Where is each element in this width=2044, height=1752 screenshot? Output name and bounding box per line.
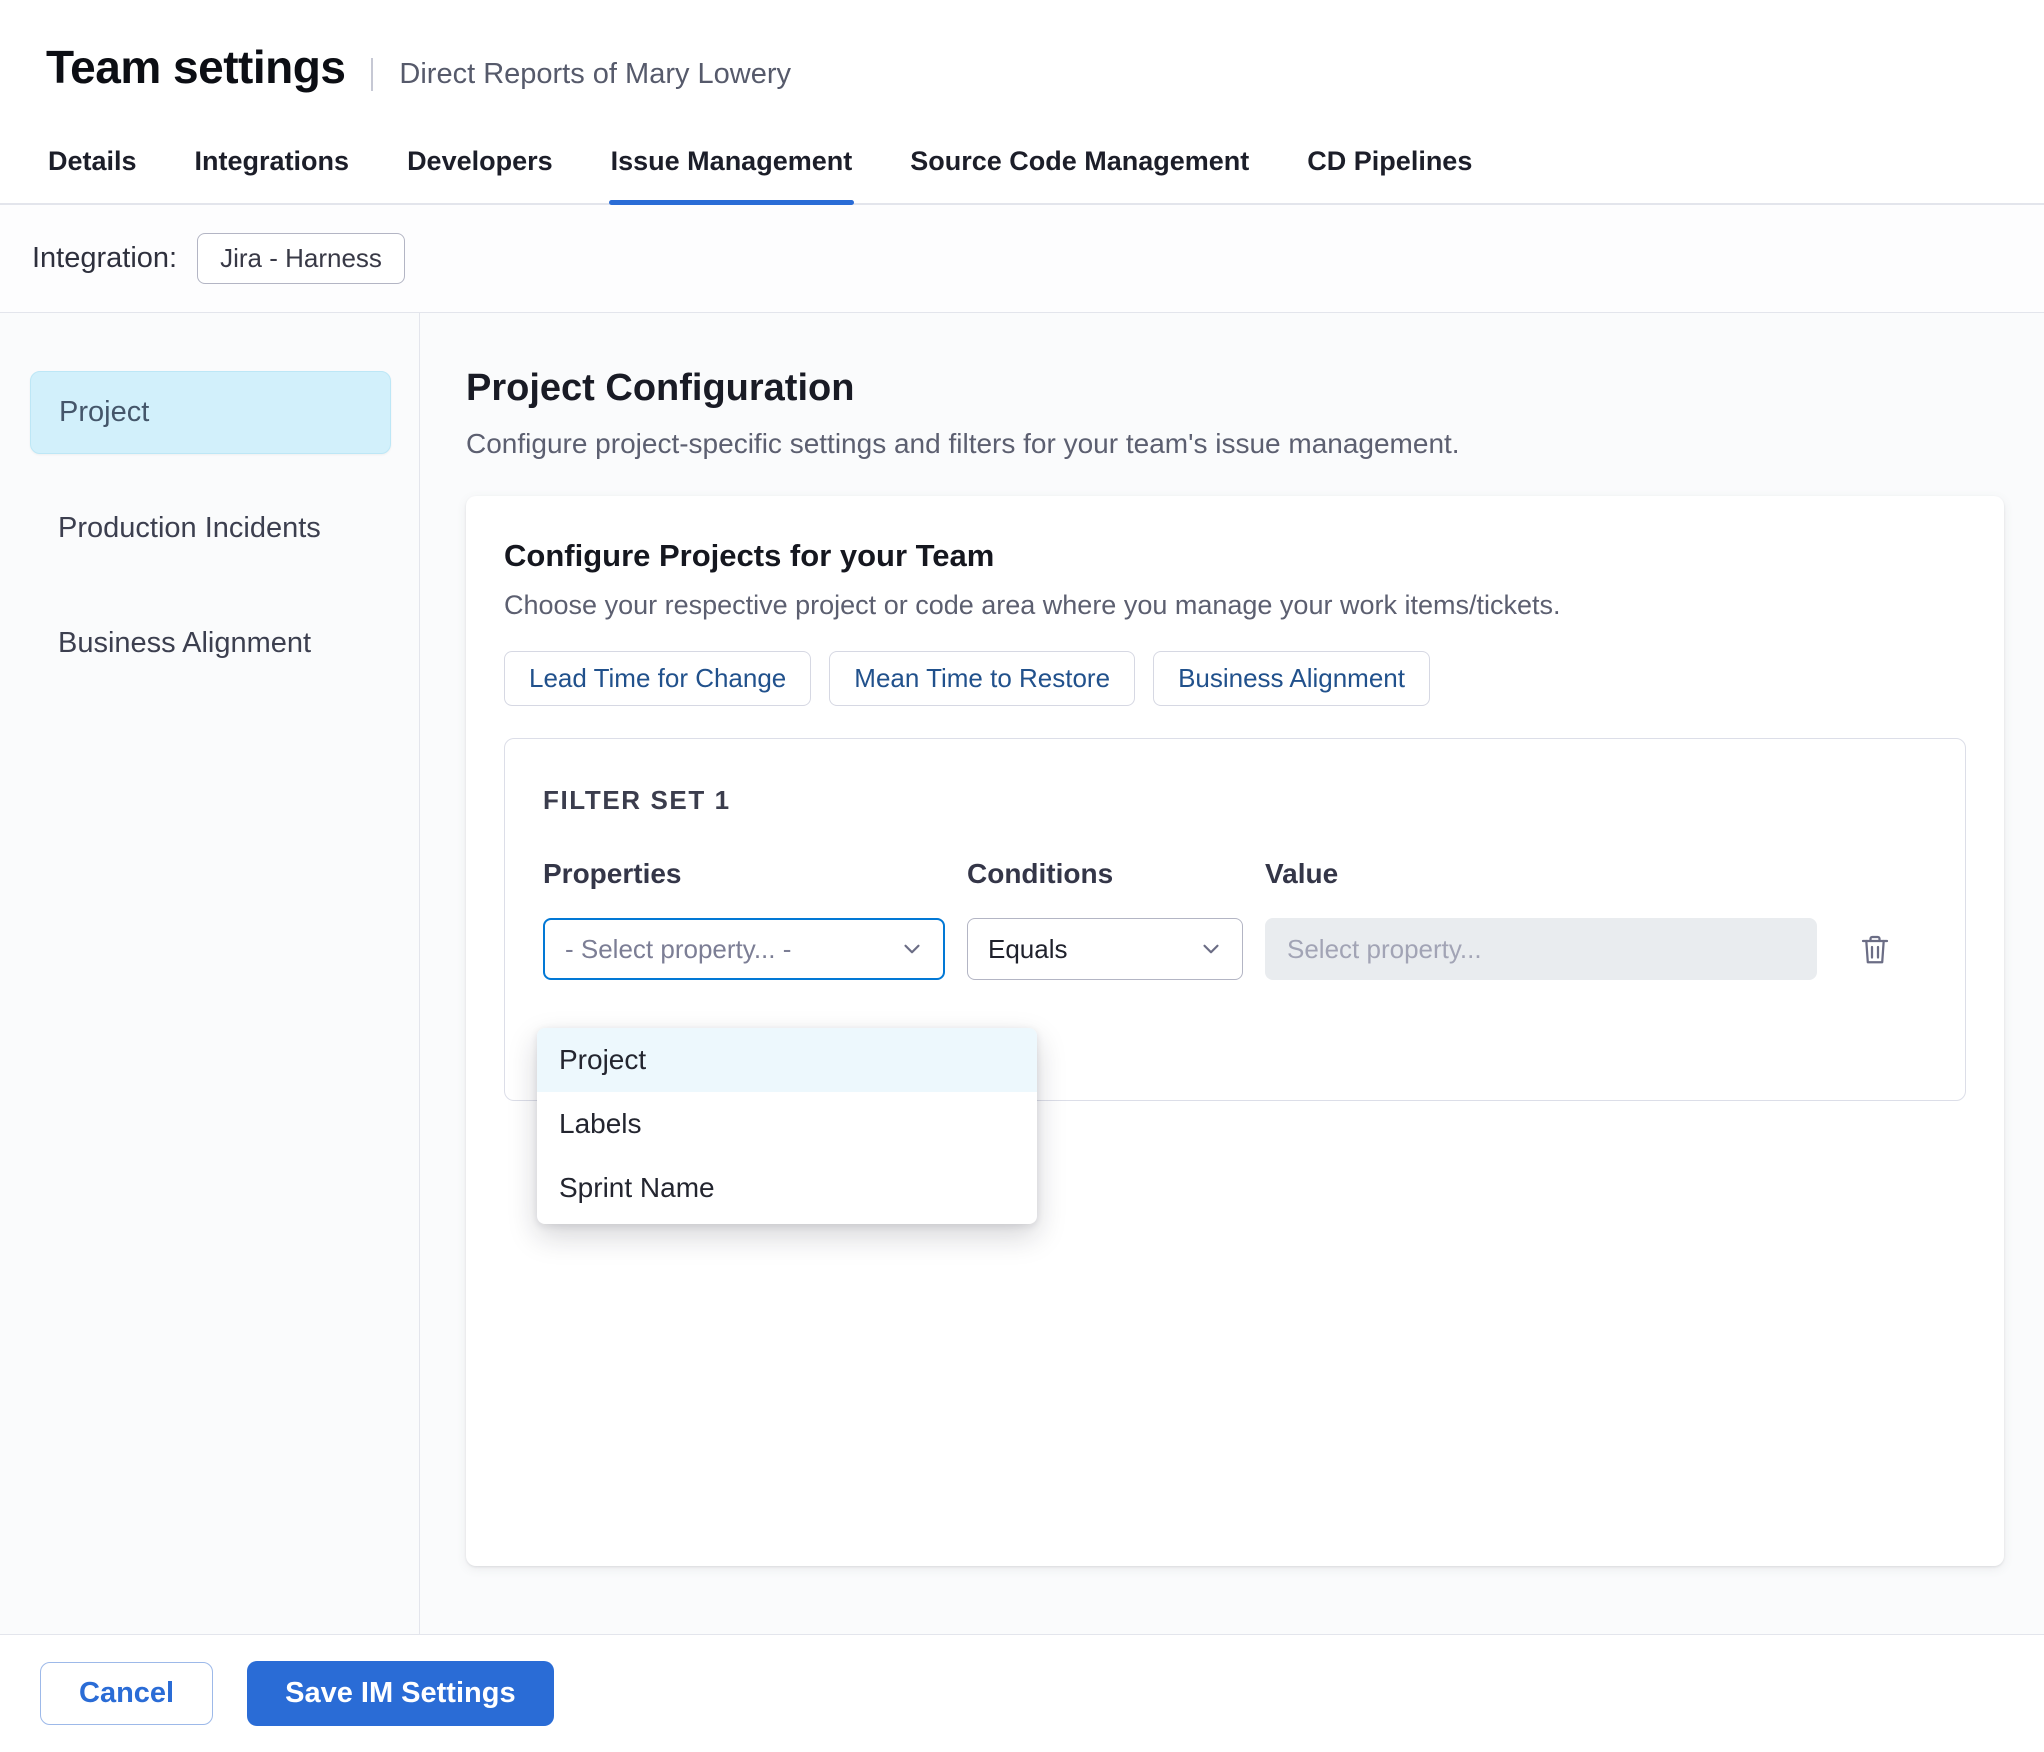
sidebar-item-business-alignment[interactable]: Business Alignment — [30, 603, 391, 684]
card-subtitle: Choose your respective project or code a… — [504, 590, 1561, 620]
settings-sidebar: Project Production Incidents Business Al… — [0, 313, 420, 1634]
cancel-button[interactable]: Cancel — [40, 1662, 214, 1725]
page-subtitle: Direct Reports of Mary Lowery — [371, 58, 791, 91]
integration-label: Integration: — [32, 242, 178, 274]
delete-filter-column — [1851, 858, 1927, 974]
dropdown-option-sprint-name[interactable]: Sprint Name — [537, 1156, 1037, 1220]
properties-column: Properties - Select property... - Projec… — [537, 858, 1037, 1224]
sidebar-item-production-incidents[interactable]: Production Incidents — [30, 488, 391, 569]
property-dropdown: Project Labels Sprint Name — [537, 1028, 1037, 1224]
content-area: Project Production Incidents Business Al… — [0, 313, 2044, 1634]
conditions-column-header: Conditions — [967, 858, 1114, 889]
tab-issue-management[interactable]: Issue Management — [608, 124, 855, 205]
footer-action-bar: Cancel Save IM Settings — [0, 1634, 2044, 1752]
conditions-column: Conditions Equals — [967, 858, 1243, 980]
page-title: Team settings — [46, 41, 346, 93]
configure-projects-card: Configure Projects for your Team Choose … — [466, 496, 2004, 1566]
main-panel: Project Configuration Configure project-… — [420, 313, 2044, 1634]
section-title: Project Configuration — [466, 367, 855, 409]
value-input[interactable] — [1265, 918, 1817, 980]
tab-bar: Details Integrations Developers Issue Ma… — [0, 124, 2044, 205]
properties-column-header: Properties — [543, 858, 682, 889]
value-column: Value — [1265, 858, 1817, 980]
save-im-settings-button[interactable]: Save IM Settings — [247, 1661, 554, 1726]
filter-set-1: FILTER SET 1 Properties - Select propert… — [504, 738, 1966, 1224]
tab-developers[interactable]: Developers — [405, 124, 555, 203]
filter-row: Properties - Select property... - Projec… — [537, 858, 1927, 1224]
filter-set-title: FILTER SET 1 — [543, 785, 731, 815]
metric-chip-row: Lead Time for Change Mean Time to Restor… — [504, 651, 1966, 706]
integration-chip[interactable]: Jira - Harness — [197, 233, 405, 284]
property-select-value: - Select property... - — [565, 933, 792, 964]
property-select[interactable]: - Select property... - — [543, 918, 945, 980]
team-settings-page: Team settings Direct Reports of Mary Low… — [0, 0, 2044, 1752]
card-title: Configure Projects for your Team — [504, 538, 995, 573]
tab-source-code-management[interactable]: Source Code Management — [908, 124, 1251, 203]
dropdown-option-labels[interactable]: Labels — [537, 1092, 1037, 1156]
condition-select-value: Equals — [988, 933, 1068, 964]
chip-lead-time-for-change[interactable]: Lead Time for Change — [504, 651, 812, 706]
chip-business-alignment[interactable]: Business Alignment — [1153, 651, 1430, 706]
tab-cd-pipelines[interactable]: CD Pipelines — [1305, 124, 1474, 203]
chevron-down-icon — [899, 936, 925, 962]
trash-icon[interactable] — [1851, 926, 1899, 974]
value-column-header: Value — [1265, 858, 1339, 889]
sidebar-item-project[interactable]: Project — [30, 371, 391, 454]
page-header: Team settings Direct Reports of Mary Low… — [0, 0, 2044, 94]
chevron-down-icon — [1198, 936, 1224, 962]
dropdown-option-project[interactable]: Project — [537, 1028, 1037, 1092]
chip-mean-time-to-restore[interactable]: Mean Time to Restore — [829, 651, 1136, 706]
condition-select[interactable]: Equals — [967, 918, 1243, 980]
tab-integrations[interactable]: Integrations — [193, 124, 352, 203]
integration-row: Integration: Jira - Harness — [0, 205, 2044, 313]
section-subtitle: Configure project-specific settings and … — [466, 428, 1460, 459]
tab-details[interactable]: Details — [46, 124, 139, 203]
